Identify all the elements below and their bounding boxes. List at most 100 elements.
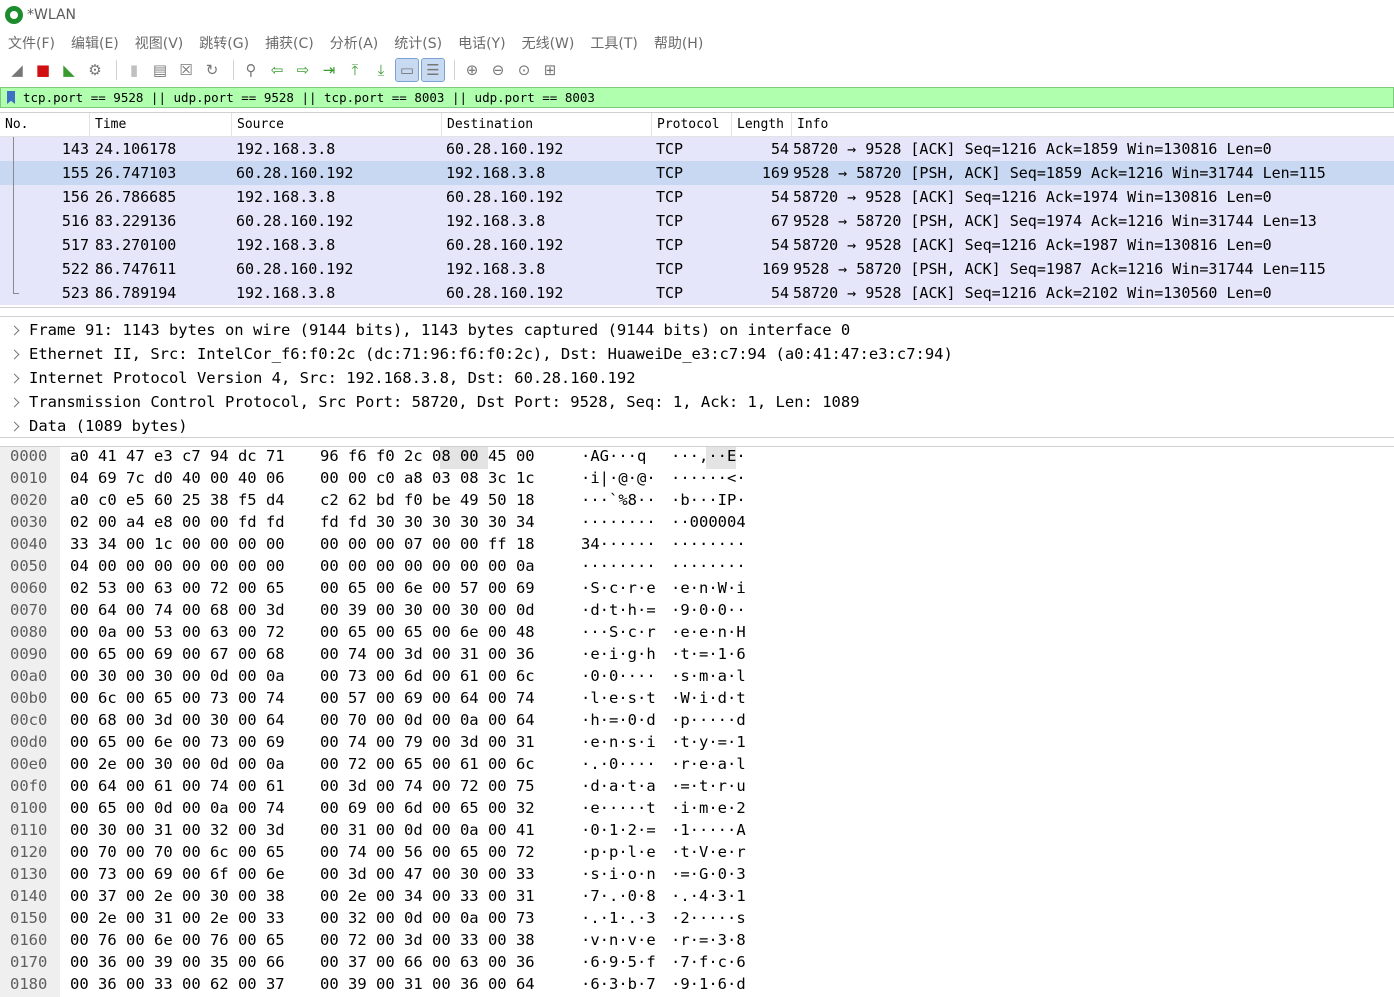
packet-row[interactable]: 522 86.747611 60.28.160.192 192.168.3.8 TCP 1… <box>0 257 1394 281</box>
go-to-packet-icon[interactable]: ⇥ <box>318 59 340 81</box>
packet-row[interactable]: 523 86.789194 192.168.3.8 60.28.160.192 TCP 5… <box>0 281 1394 305</box>
packet-destination: 192.168.3.8 <box>446 212 546 230</box>
hex-row: 0180 00 36 00 33 00 62 00 37 00 39 00 31 0… <box>0 975 1394 997</box>
packet-source: 192.168.3.8 <box>236 284 336 302</box>
ascii-left: ·7·.·0·8 <box>581 887 656 905</box>
reload-file-icon[interactable]: ↻ <box>201 59 223 81</box>
detail-row-ipv4[interactable]: Internet Protocol Version 4, Src: 192.16… <box>0 366 1394 390</box>
packet-no: 523 <box>61 284 89 302</box>
menu-view[interactable]: 视图(V) <box>135 33 184 53</box>
start-capture-icon[interactable]: ◢ <box>6 59 28 81</box>
hex-bytes-right: 00 39 00 31 00 36 00 64 <box>320 975 535 993</box>
column-header-info[interactable]: Info <box>792 113 1394 137</box>
packet-protocol: TCP <box>656 260 684 278</box>
ascii-right: ·2·····s <box>671 909 746 927</box>
hex-bytes-left: 00 0a 00 53 00 63 00 72 <box>70 623 285 641</box>
packet-row[interactable]: 156 26.786685 192.168.3.8 60.28.160.192 TCP 5… <box>0 185 1394 209</box>
hex-row: 0130 00 73 00 69 00 6f 00 6e 00 3d 00 47 0… <box>0 865 1394 887</box>
go-forward-icon[interactable]: ⇨ <box>292 59 314 81</box>
autoscroll-icon[interactable]: ▭ <box>395 58 419 82</box>
ascii-right: ·r·=·3·8 <box>671 931 746 949</box>
hex-bytes-right: 00 00 00 00 00 00 00 0a <box>320 557 535 575</box>
packet-length: 169 <box>761 164 789 182</box>
hex-bytes-left: 33 34 00 1c 00 00 00 00 <box>70 535 285 553</box>
close-file-icon[interactable]: ☒ <box>175 59 197 81</box>
hex-bytes-right: 00 73 00 6d 00 61 00 6c <box>320 667 535 685</box>
ascii-right: ·e·n·W·i <box>671 579 746 597</box>
hex-bytes-left: 00 36 00 39 00 35 00 66 <box>70 953 285 971</box>
chevron-right-icon[interactable] <box>8 423 20 430</box>
chevron-right-icon[interactable] <box>8 327 20 334</box>
open-file-icon[interactable]: ▮ <box>123 59 145 81</box>
packet-bytes[interactable]: 0000 a0 41 47 e3 c7 94 dc 71 96 f6 f0 2c 0… <box>0 446 1394 997</box>
zoom-normal-icon[interactable]: ⊙ <box>513 59 535 81</box>
column-header-protocol[interactable]: Protocol <box>652 113 732 137</box>
packet-row[interactable]: 143 24.106178 192.168.3.8 60.28.160.192 TCP 5… <box>0 137 1394 161</box>
chevron-right-icon[interactable] <box>8 351 20 358</box>
packet-row[interactable]: 155 26.747103 60.28.160.192 192.168.3.8 TCP 1… <box>0 161 1394 185</box>
menu-statistics[interactable]: 统计(S) <box>394 33 442 53</box>
last-packet-icon[interactable]: ⤓ <box>370 59 392 81</box>
hex-bytes-right: 00 37 00 66 00 63 00 36 <box>320 953 535 971</box>
ascii-right: ······<· <box>671 469 746 487</box>
save-file-icon[interactable]: ▤ <box>149 59 171 81</box>
menu-wireless[interactable]: 无线(W) <box>522 33 575 53</box>
menu-capture[interactable]: 捕获(C) <box>265 33 314 53</box>
menu-telephony[interactable]: 电话(Y) <box>458 33 505 53</box>
hex-row: 0040 33 34 00 1c 00 00 00 00 00 00 00 07 0… <box>0 535 1394 557</box>
ascii-left: ·e·n·s·i <box>581 733 656 751</box>
chevron-right-icon[interactable] <box>8 399 20 406</box>
ascii-right: ·1·····A <box>671 821 746 839</box>
go-back-icon[interactable]: ⇦ <box>266 59 288 81</box>
ascii-right: ·t·V·e·r <box>671 843 746 861</box>
detail-row-frame[interactable]: Frame 91: 1143 bytes on wire (9144 bits)… <box>0 318 1394 342</box>
column-header-length[interactable]: Length <box>732 113 792 137</box>
hex-row: 0160 00 76 00 6e 00 76 00 65 00 72 00 3d 0… <box>0 931 1394 953</box>
stop-capture-icon[interactable]: ■ <box>32 59 54 81</box>
colorize-icon[interactable]: ☰ <box>421 58 445 82</box>
restart-capture-icon[interactable]: ◣ <box>58 59 80 81</box>
packet-row[interactable]: 517 83.270100 192.168.3.8 60.28.160.192 TCP 5… <box>0 233 1394 257</box>
filter-bookmark-icon[interactable] <box>7 91 15 104</box>
toolbar-separator <box>233 60 234 80</box>
menu-file[interactable]: 文件(F) <box>8 33 55 53</box>
menu-edit[interactable]: 编辑(E) <box>71 33 119 53</box>
hex-offset: 00a0 <box>10 667 48 685</box>
column-header-source[interactable]: Source <box>232 113 442 137</box>
detail-text: Data (1089 bytes) <box>29 417 188 435</box>
capture-options-icon[interactable]: ⚙ <box>84 59 106 81</box>
toolbar-separator <box>116 60 117 80</box>
menu-tools[interactable]: 工具(T) <box>590 33 637 53</box>
main-toolbar: ◢ ■ ◣ ⚙ ▮ ▤ ☒ ↻ ⚲ ⇦ ⇨ ⇥ ⤒ ⤓ ▭ ☰ ⊕ ⊖ ⊙ ⊞ <box>0 56 1394 84</box>
menu-help[interactable]: 帮助(H) <box>654 33 703 53</box>
find-packet-icon[interactable]: ⚲ <box>240 59 262 81</box>
hex-row: 0070 00 64 00 74 00 68 00 3d 00 39 00 30 0… <box>0 601 1394 623</box>
detail-row-ethernet[interactable]: Ethernet II, Src: IntelCor_f6:f0:2c (dc:… <box>0 342 1394 366</box>
column-header-destination[interactable]: Destination <box>442 113 652 137</box>
hex-bytes-right: 00 65 00 65 00 6e 00 48 <box>320 623 535 641</box>
detail-row-data[interactable]: Data (1089 bytes) <box>0 414 1394 438</box>
zoom-in-icon[interactable]: ⊕ <box>461 59 483 81</box>
column-header-time[interactable]: Time <box>90 113 232 137</box>
packet-row[interactable]: 516 83.229136 60.28.160.192 192.168.3.8 TCP 6… <box>0 209 1394 233</box>
hex-bytes-left: 00 65 00 0d 00 0a 00 74 <box>70 799 285 817</box>
detail-row-tcp[interactable]: Transmission Control Protocol, Src Port:… <box>0 390 1394 414</box>
hex-row: 0030 02 00 a4 e8 00 00 fd fd fd fd 30 30 3… <box>0 513 1394 535</box>
column-header-no[interactable]: No. <box>0 113 90 137</box>
menu-go[interactable]: 跳转(G) <box>199 33 249 53</box>
resize-columns-icon[interactable]: ⊞ <box>539 59 561 81</box>
hex-offset: 0170 <box>10 953 48 971</box>
hex-bytes-left: 00 73 00 69 00 6f 00 6e <box>70 865 285 883</box>
first-packet-icon[interactable]: ⤒ <box>344 59 366 81</box>
hex-bytes-right: 00 00 00 07 00 00 ff 18 <box>320 535 535 553</box>
hex-offset: 00b0 <box>10 689 48 707</box>
packet-protocol: TCP <box>656 164 684 182</box>
chevron-right-icon[interactable] <box>8 375 20 382</box>
ascii-left: ·d·a·t·a <box>581 777 656 795</box>
hex-bytes-right: c2 62 bd f0 be 49 50 18 <box>320 491 535 509</box>
menu-bar: 文件(F) 编辑(E) 视图(V) 跳转(G) 捕获(C) 分析(A) 统计(S… <box>0 31 1394 55</box>
menu-analyze[interactable]: 分析(A) <box>330 33 379 53</box>
display-filter-input[interactable] <box>23 90 1393 105</box>
ascii-left: ·h·=·0·d <box>581 711 656 729</box>
zoom-out-icon[interactable]: ⊖ <box>487 59 509 81</box>
